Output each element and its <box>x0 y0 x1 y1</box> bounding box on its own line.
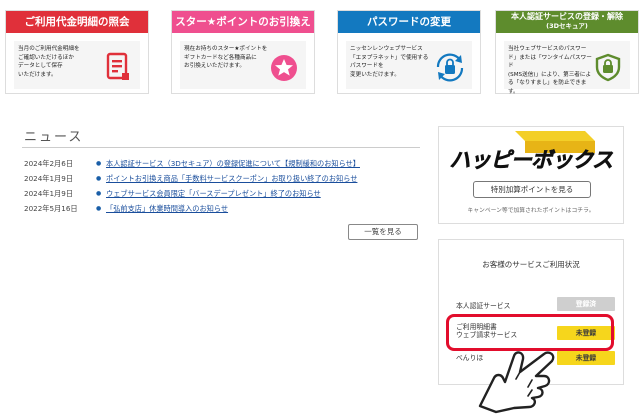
status-row-benriho: べんりほ 未登録 <box>456 351 616 367</box>
status-row-3d-secure: 本人認証サービス 登録済 <box>456 297 616 316</box>
news-heading: ニュース <box>24 130 84 145</box>
list-item: 2024年1月9日 ● ポイントお引換え商品「手数料サービスクーポン」お取り扱い… <box>24 171 424 186</box>
password-change-banner[interactable]: パスワードの変更 ニッセンレンウェブサービス 「エヌプラネット」で使用する パス… <box>337 10 481 94</box>
status-badge-registered: 登録済 <box>557 297 615 311</box>
news-divider <box>22 147 420 148</box>
happy-box-logo-text: ハッピーボックス <box>449 148 613 172</box>
status-label: べんりほ <box>456 354 484 362</box>
banner-body: 当月のご利用代金明細を ご確認いただけるほか データとして保存 いただけます。 <box>14 41 140 89</box>
news-date: 2022年5月16日 <box>24 204 78 213</box>
happy-box-logo: ハッピーボックス <box>449 131 614 172</box>
status-label: ご利用明細書 ウェブ請求サービス <box>456 323 517 339</box>
view-all-news-button[interactable]: 一覧を見る <box>348 224 418 240</box>
bullet-icon: ● <box>96 160 102 167</box>
banner-body: 現在お持ちのスター★ポイントを ギフトカードなど各種商品に お引換えいただけます… <box>180 41 306 89</box>
service-status-panel: お客様のサービスご利用状況 本人認証サービス 登録済 ご利用明細書 ウェブ請求サ… <box>438 239 624 385</box>
banner-title-sub: (3Dセキュア) <box>546 21 588 30</box>
campaign-note: キャンペーン等で加算されたポイントはコチラ。 <box>467 208 595 214</box>
news-date: 2024年2月6日 <box>24 159 74 168</box>
list-item: 2024年2月6日 ● 本人認証サービス（3Dセキュア）の登録促進について【規制… <box>24 156 424 171</box>
special-points-button[interactable]: 特別加算ポイントを見る <box>473 181 591 198</box>
banner-title-main: 本人認証サービスの登録・解除 <box>511 12 623 21</box>
banner-body: 当社ウェブサービスのパスワー ド」または「ワンタイムパスワード (SMS送信)」… <box>504 41 630 95</box>
statement-inquiry-banner[interactable]: ご利用代金明細の照会 当月のご利用代金明細を ご確認いただけるほか データとして… <box>5 10 149 94</box>
banner-description: 当月のご利用代金明細を ご確認いただけるほか データとして保存 いただけます。 <box>18 46 80 78</box>
news-list: 2024年2月6日 ● 本人認証サービス（3Dセキュア）の登録促進について【規制… <box>24 156 424 216</box>
banner-title: スター★ポイントのお引換え <box>172 11 314 33</box>
bullet-icon: ● <box>96 205 102 212</box>
statement-icon <box>106 52 129 80</box>
status-label-line2: ウェブ請求サービス <box>456 331 518 339</box>
status-badge-unregistered[interactable]: 未登録 <box>557 351 615 365</box>
shield-check-icon <box>595 53 621 82</box>
star-icon <box>271 55 297 81</box>
news-link[interactable]: ウェブサービス会員限定「バースデープレゼント」終了のお知らせ <box>106 186 321 201</box>
news-link[interactable]: 本人認証サービス（3Dセキュア）の登録促進について【規制緩和のお知らせ】 <box>106 156 360 171</box>
news-link[interactable]: 「弘前支店」休業時間導入のお知らせ <box>106 201 228 216</box>
list-item: 2024年1月9日 ● ウェブサービス会員限定「バースデープレゼント」終了のお知… <box>24 186 424 201</box>
news-link[interactable]: ポイントお引換え商品「手数料サービスクーポン」お取り扱い終了のお知らせ <box>106 171 357 186</box>
status-label-line1: ご利用明細書 <box>456 323 497 331</box>
news-date: 2024年1月9日 <box>24 189 74 198</box>
banner-description: 現在お持ちのスター★ポイントを ギフトカードなど各種商品に お引換えいただけます… <box>184 46 268 70</box>
news-date: 2024年1月9日 <box>24 174 74 183</box>
bullet-icon: ● <box>96 175 102 182</box>
banner-title: パスワードの変更 <box>338 11 480 33</box>
banner-description: 当社ウェブサービスのパスワー ド」または「ワンタイムパスワード (SMS送信)」… <box>508 46 592 95</box>
banner-title: 本人認証サービスの登録・解除 (3Dセキュア) <box>496 11 638 33</box>
service-status-title: お客様のサービスご利用状況 <box>482 260 580 269</box>
status-row-web-billing: ご利用明細書 ウェブ請求サービス 未登録 <box>456 323 616 349</box>
lock-icon <box>436 53 464 82</box>
banner-body: ニッセンレンウェブサービス 「エヌプラネット」で使用する パスワードを 変更いた… <box>346 41 472 89</box>
status-label: 本人認証サービス <box>456 302 511 310</box>
3d-secure-registration-banner[interactable]: 本人認証サービスの登録・解除 (3Dセキュア) 当社ウェブサービスのパスワー ド… <box>495 10 639 95</box>
star-point-exchange-banner[interactable]: スター★ポイントのお引換え 現在お持ちのスター★ポイントを ギフトカードなど各種… <box>171 10 315 94</box>
list-item: 2022年5月16日 ● 「弘前支店」休業時間導入のお知らせ <box>24 201 424 216</box>
happy-box-panel: ハッピーボックス 特別加算ポイントを見る キャンペーン等で加算されたポイントはコ… <box>438 126 624 224</box>
banner-title: ご利用代金明細の照会 <box>6 11 148 33</box>
status-badge-unregistered[interactable]: 未登録 <box>557 326 615 340</box>
banner-description: ニッセンレンウェブサービス 「エヌプラネット」で使用する パスワードを 変更いた… <box>350 46 429 78</box>
bullet-icon: ● <box>96 190 102 197</box>
